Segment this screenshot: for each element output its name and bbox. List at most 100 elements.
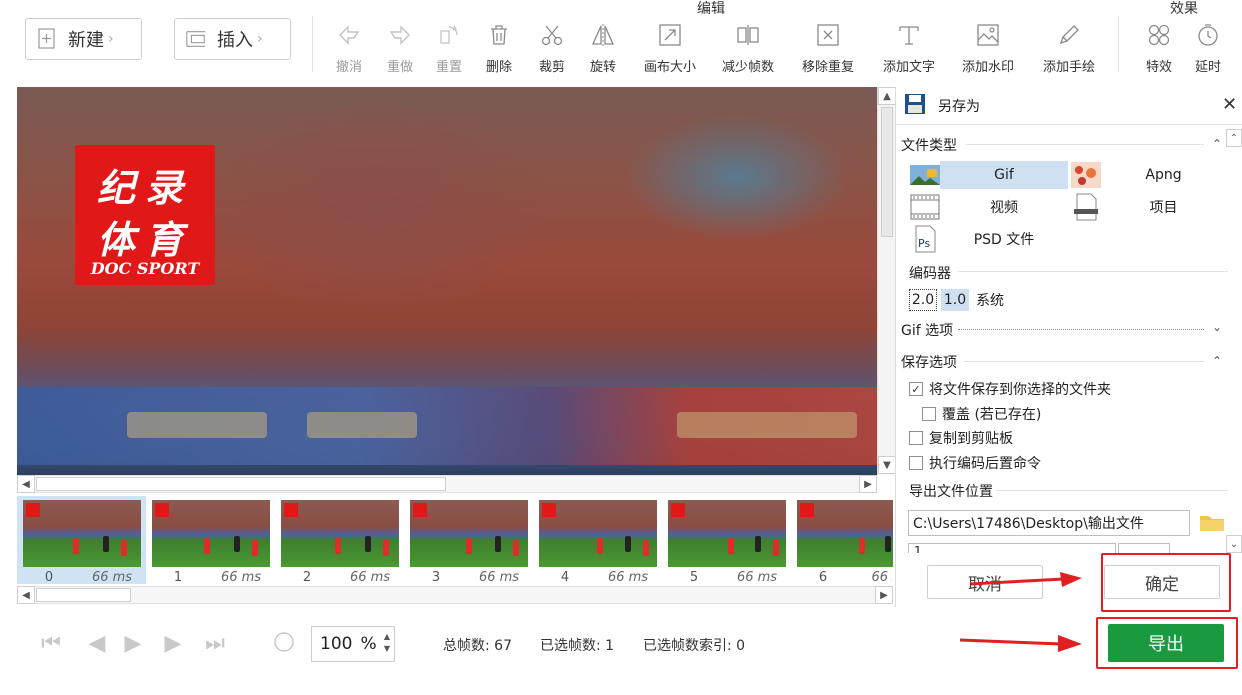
frame-item[interactable]: 5 66 ms	[662, 496, 791, 585]
frame-preview[interactable]: 纪录 体育 DOC SPORT	[17, 87, 877, 475]
preview-horizontal-scrollbar[interactable]: ◀ ▶	[17, 475, 877, 493]
separator	[312, 16, 313, 72]
logo-line-3: DOC SPORT	[90, 259, 200, 278]
psd-icon: Ps	[909, 225, 941, 253]
blurred-ad-text	[127, 412, 267, 438]
preview-vertical-scrollbar[interactable]: ▲ ▼	[877, 87, 896, 475]
collapse-chevron-icon[interactable]: ⌃	[1212, 137, 1222, 151]
frame-item[interactable]: 3 66 ms	[404, 496, 533, 585]
checkbox-icon[interactable]	[909, 456, 923, 470]
first-frame-icon[interactable]: ⏮	[38, 628, 64, 658]
scroll-down-icon[interactable]: ⌄	[1226, 535, 1242, 553]
save-options-title: 保存选项	[901, 355, 957, 371]
output-path-field[interactable]: C:\Users\17486\Desktop\输出文件	[908, 510, 1190, 536]
frame-item[interactable]: 1 66 ms	[146, 496, 275, 585]
gif-options-title[interactable]: Gif 选项	[901, 320, 953, 340]
frames-horizontal-scrollbar[interactable]: ◀ ▶	[17, 586, 893, 604]
file-type-psd[interactable]: PSD 文件	[940, 225, 1068, 253]
player-mark	[204, 538, 210, 554]
frame-item[interactable]: 2 66 ms	[275, 496, 404, 585]
file-type-project[interactable]: 项目	[1106, 193, 1221, 221]
frame-item[interactable]: 0 66 ms	[17, 496, 146, 585]
scroll-left-icon[interactable]: ◀	[17, 475, 35, 493]
remove-duplicates-button[interactable]: 移除重复	[798, 20, 858, 76]
player-mark	[383, 540, 389, 556]
add-text-button[interactable]: 添加文字	[879, 20, 939, 76]
scrollbar-thumb[interactable]	[36, 588, 131, 602]
post-command-option[interactable]: 执行编码后置命令	[909, 453, 1041, 473]
save-to-folder-option[interactable]: ✓ 将文件保存到你选择的文件夹	[909, 379, 1111, 399]
scroll-up-icon[interactable]: ⌃	[1226, 129, 1242, 147]
previous-frame-icon[interactable]: ◀	[84, 628, 110, 658]
play-icon[interactable]: ▶	[120, 628, 146, 658]
timer-icon	[1193, 20, 1223, 50]
scroll-down-icon[interactable]: ▼	[878, 456, 896, 474]
overwrite-option[interactable]: 覆盖 (若已存在)	[922, 404, 1041, 424]
frame-item[interactable]: 6 66 n	[791, 496, 893, 585]
filename-field[interactable]: 1	[908, 543, 1116, 553]
checkbox-icon[interactable]	[922, 407, 936, 421]
extension-field[interactable]	[1118, 543, 1170, 553]
scroll-up-icon[interactable]: ▲	[878, 87, 896, 105]
last-frame-icon[interactable]: ⏭	[202, 628, 228, 658]
logo-mark	[413, 503, 427, 517]
undo-icon	[334, 20, 364, 50]
file-type-gif[interactable]: Gif	[940, 161, 1068, 189]
next-frame-icon[interactable]: ▶	[160, 628, 186, 658]
scroll-right-icon[interactable]: ▶	[875, 586, 893, 604]
encoder-option-2-0[interactable]: 2.0	[909, 289, 937, 311]
reduce-frames-icon	[733, 20, 763, 50]
zoom-spinner-icon[interactable]: ▲ ▼	[384, 631, 390, 655]
reduce-frames-button[interactable]: 减少帧数	[718, 20, 778, 76]
player-mark	[121, 540, 127, 556]
scrollbar-thumb[interactable]	[36, 477, 446, 491]
frame-index: 2	[302, 570, 312, 585]
player-mark	[252, 540, 258, 556]
zoom-icon[interactable]	[272, 628, 298, 658]
scroll-right-icon[interactable]: ▶	[859, 475, 877, 493]
delay-button[interactable]: 延时	[1178, 20, 1238, 76]
encoder-option-1-0[interactable]: 1.0	[941, 289, 969, 311]
scrollbar-thumb[interactable]	[881, 107, 893, 237]
output-location-title: 导出文件位置	[909, 484, 993, 500]
logo-mark	[155, 503, 169, 517]
selected-frame-index: 已选帧数索引: 0	[643, 638, 746, 654]
frame-item[interactable]: 4 66 ms	[533, 496, 662, 585]
delete-button[interactable]: 删除	[469, 20, 529, 76]
add-watermark-button[interactable]: 添加水印	[958, 20, 1018, 76]
new-button[interactable]: 新建 ›	[25, 18, 142, 60]
checkbox-checked-icon[interactable]: ✓	[909, 382, 923, 396]
separator	[1118, 16, 1119, 72]
panel-title: 另存为	[938, 99, 980, 115]
rotate-button[interactable]: 旋转	[573, 20, 633, 76]
copy-to-clipboard-option[interactable]: 复制到剪贴板	[909, 428, 1013, 448]
collapse-chevron-icon[interactable]: ⌃	[1212, 354, 1222, 368]
resize-icon	[655, 20, 685, 50]
watermark-icon	[973, 20, 1003, 50]
close-icon[interactable]: ✕	[1222, 94, 1237, 115]
insert-button[interactable]: 插入 ›	[174, 18, 291, 60]
zoom-input[interactable]: 100 % ▲ ▼	[311, 626, 395, 662]
psd-label: PSD 文件	[973, 232, 1035, 248]
reduce-frames-label: 减少帧数	[721, 60, 774, 75]
zoom-value: 100	[320, 634, 353, 654]
file-type-apng[interactable]: Apng	[1106, 161, 1221, 189]
total-frames: 总帧数: 67	[443, 638, 512, 654]
frame-index: 4	[560, 570, 570, 585]
scroll-left-icon[interactable]: ◀	[17, 586, 35, 604]
scissors-icon	[537, 20, 567, 50]
file-type-video[interactable]: 视频	[940, 193, 1068, 221]
canvas-size-button[interactable]: 画布大小	[640, 20, 700, 76]
folder-icon[interactable]	[1198, 510, 1226, 538]
video-icon	[909, 193, 941, 221]
frame-duration: 66 ms	[220, 570, 262, 585]
add-drawing-button[interactable]: 添加手绘	[1039, 20, 1099, 76]
zoom-unit: %	[360, 634, 377, 654]
frame-duration: 66 ms	[478, 570, 520, 585]
expand-chevron-icon[interactable]: ⌄	[1212, 320, 1222, 334]
edit-group-title: 编辑	[697, 1, 725, 17]
blurred-ad-text	[307, 412, 417, 438]
encoder-option-label: 2.0	[911, 292, 935, 308]
encoder-option-system[interactable]: 系统	[976, 289, 1004, 311]
checkbox-icon[interactable]	[909, 431, 923, 445]
